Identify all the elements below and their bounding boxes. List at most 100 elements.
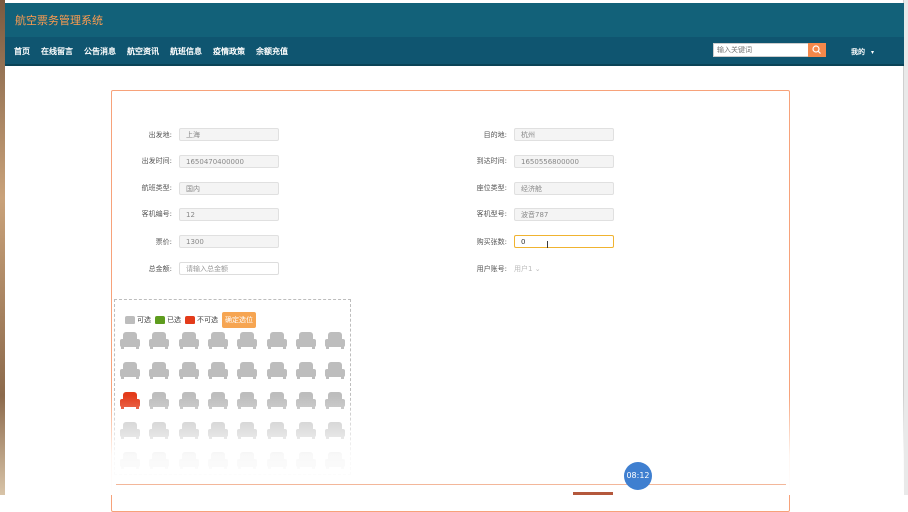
seat-4-7[interactable] bbox=[295, 422, 316, 439]
seat-3-8[interactable] bbox=[325, 392, 346, 409]
ticket-count-input[interactable]: 0 bbox=[514, 235, 614, 248]
seat-3-5[interactable] bbox=[237, 392, 258, 409]
account-select[interactable]: 用户1 ⌄ bbox=[514, 263, 550, 275]
seat-4-6[interactable] bbox=[266, 422, 287, 439]
price-field: 1300 bbox=[179, 235, 279, 248]
total-input[interactable]: 请输入总金额 bbox=[179, 262, 279, 275]
seat-1-8[interactable] bbox=[325, 332, 346, 349]
seat-legend: 可选 已选 不可选 确定选位 bbox=[125, 312, 256, 328]
seat-2-4[interactable] bbox=[207, 362, 228, 379]
seat-2-7[interactable] bbox=[295, 362, 316, 379]
seat-4-8[interactable] bbox=[325, 422, 346, 439]
nav-menu: 首页 在线留言 公告消息 航空资讯 航班信息 疫情政策 余额充值 bbox=[14, 46, 299, 57]
seat-5-8[interactable] bbox=[325, 452, 346, 469]
total-label: 总金额: bbox=[148, 265, 172, 273]
panel-divider bbox=[116, 484, 786, 485]
departure-label: 出发地: bbox=[148, 131, 172, 139]
seat-5-6[interactable] bbox=[266, 452, 287, 469]
ticket-count-label: 购买张数: bbox=[476, 238, 507, 246]
arrive-time-field: 1650556800000 bbox=[514, 155, 614, 168]
search-input[interactable] bbox=[713, 43, 811, 57]
seat-5-1[interactable] bbox=[120, 452, 140, 469]
app-title: 航空票务管理系统 bbox=[15, 14, 103, 27]
seat-selected-icon bbox=[155, 316, 165, 324]
search-icon bbox=[812, 45, 821, 54]
caret-down-icon: ▾ bbox=[871, 49, 875, 56]
scrollbar[interactable] bbox=[903, 0, 908, 495]
nav-item-policies[interactable]: 疫情政策 bbox=[213, 46, 245, 57]
seat-2-5[interactable] bbox=[237, 362, 258, 379]
recording-timer: 08:12 bbox=[624, 462, 652, 490]
seat-5-3[interactable] bbox=[178, 452, 199, 469]
seat-3-4[interactable] bbox=[207, 392, 228, 409]
cabin-type-label: 座位类型: bbox=[476, 184, 507, 192]
departure-field: 上海 bbox=[179, 128, 279, 141]
seat-1-5[interactable] bbox=[237, 332, 258, 349]
chevron-down-icon: ⌄ bbox=[534, 265, 541, 273]
search-button[interactable] bbox=[808, 43, 826, 57]
legend-available: 可选 bbox=[125, 315, 151, 325]
account-select-value: 用户1 bbox=[514, 265, 533, 273]
destination-field: 杭州 bbox=[514, 128, 614, 141]
seat-1-4[interactable] bbox=[207, 332, 228, 349]
nav-item-recharge[interactable]: 余额充值 bbox=[256, 46, 288, 57]
arrive-time-label: 到达时间: bbox=[476, 157, 507, 165]
account-label: 用户账号: bbox=[476, 265, 507, 273]
seat-1-7[interactable] bbox=[295, 332, 316, 349]
depart-time-label: 出发时间: bbox=[141, 157, 172, 165]
nav-item-flights[interactable]: 航班信息 bbox=[170, 46, 202, 57]
legend-unavailable-label: 不可选 bbox=[197, 316, 218, 324]
seat-3-6[interactable] bbox=[266, 392, 287, 409]
depart-time-field: 1650470400000 bbox=[179, 155, 279, 168]
seat-3-1[interactable] bbox=[120, 392, 140, 409]
aircraft-no-label: 客机编号: bbox=[141, 210, 172, 218]
legend-unavailable: 不可选 bbox=[185, 315, 218, 325]
seat-2-2[interactable] bbox=[149, 362, 170, 379]
seat-4-3[interactable] bbox=[178, 422, 199, 439]
price-label: 票价: bbox=[155, 238, 172, 246]
cabin-type-field: 经济舱 bbox=[514, 182, 614, 195]
nav-item-announcements[interactable]: 公告消息 bbox=[84, 46, 116, 57]
seat-5-5[interactable] bbox=[237, 452, 258, 469]
seat-3-3[interactable] bbox=[178, 392, 199, 409]
app-header: 航空票务管理系统 bbox=[5, 3, 904, 37]
seat-map: 可选 已选 不可选 确定选位 bbox=[114, 299, 351, 475]
seat-3-2[interactable] bbox=[149, 392, 170, 409]
seat-2-8[interactable] bbox=[325, 362, 346, 379]
nav-item-news[interactable]: 航空资讯 bbox=[127, 46, 159, 57]
seat-2-1[interactable] bbox=[120, 362, 140, 379]
seat-5-2[interactable] bbox=[149, 452, 170, 469]
seat-1-2[interactable] bbox=[149, 332, 170, 349]
text-cursor-icon: I bbox=[546, 240, 549, 251]
top-navbar: 首页 在线留言 公告消息 航空资讯 航班信息 疫情政策 余额充值 我的 ▾ bbox=[5, 37, 904, 66]
seat-1-1[interactable] bbox=[120, 332, 140, 349]
nav-item-home[interactable]: 首页 bbox=[14, 46, 30, 57]
seat-4-4[interactable] bbox=[207, 422, 228, 439]
seat-4-1[interactable] bbox=[120, 422, 140, 439]
legend-selected: 已选 bbox=[155, 315, 181, 325]
seat-available-icon bbox=[125, 316, 135, 324]
destination-label: 目的地: bbox=[483, 131, 507, 139]
seat-4-2[interactable] bbox=[149, 422, 170, 439]
seat-1-3[interactable] bbox=[178, 332, 199, 349]
seat-unavailable-icon bbox=[185, 316, 195, 324]
legend-available-label: 可选 bbox=[137, 316, 151, 324]
seat-5-7[interactable] bbox=[295, 452, 316, 469]
aircraft-no-field: 12 bbox=[179, 208, 279, 221]
seat-5-4[interactable] bbox=[207, 452, 228, 469]
background-strip-left bbox=[0, 0, 5, 495]
flight-type-label: 航班类型: bbox=[141, 184, 172, 192]
confirm-seat-button[interactable]: 确定选位 bbox=[222, 312, 256, 328]
seat-2-3[interactable] bbox=[178, 362, 199, 379]
flight-type-field: 国内 bbox=[179, 182, 279, 195]
nav-item-messages[interactable]: 在线留言 bbox=[41, 46, 73, 57]
user-menu-label: 我的 bbox=[851, 48, 865, 56]
seat-3-7[interactable] bbox=[295, 392, 316, 409]
seat-4-5[interactable] bbox=[237, 422, 258, 439]
aircraft-model-field: 波音787 bbox=[514, 208, 614, 221]
seat-2-6[interactable] bbox=[266, 362, 287, 379]
aircraft-model-label: 客机型号: bbox=[476, 210, 507, 218]
user-menu[interactable]: 我的 ▾ bbox=[851, 47, 874, 57]
seat-1-6[interactable] bbox=[266, 332, 287, 349]
legend-selected-label: 已选 bbox=[167, 316, 181, 324]
